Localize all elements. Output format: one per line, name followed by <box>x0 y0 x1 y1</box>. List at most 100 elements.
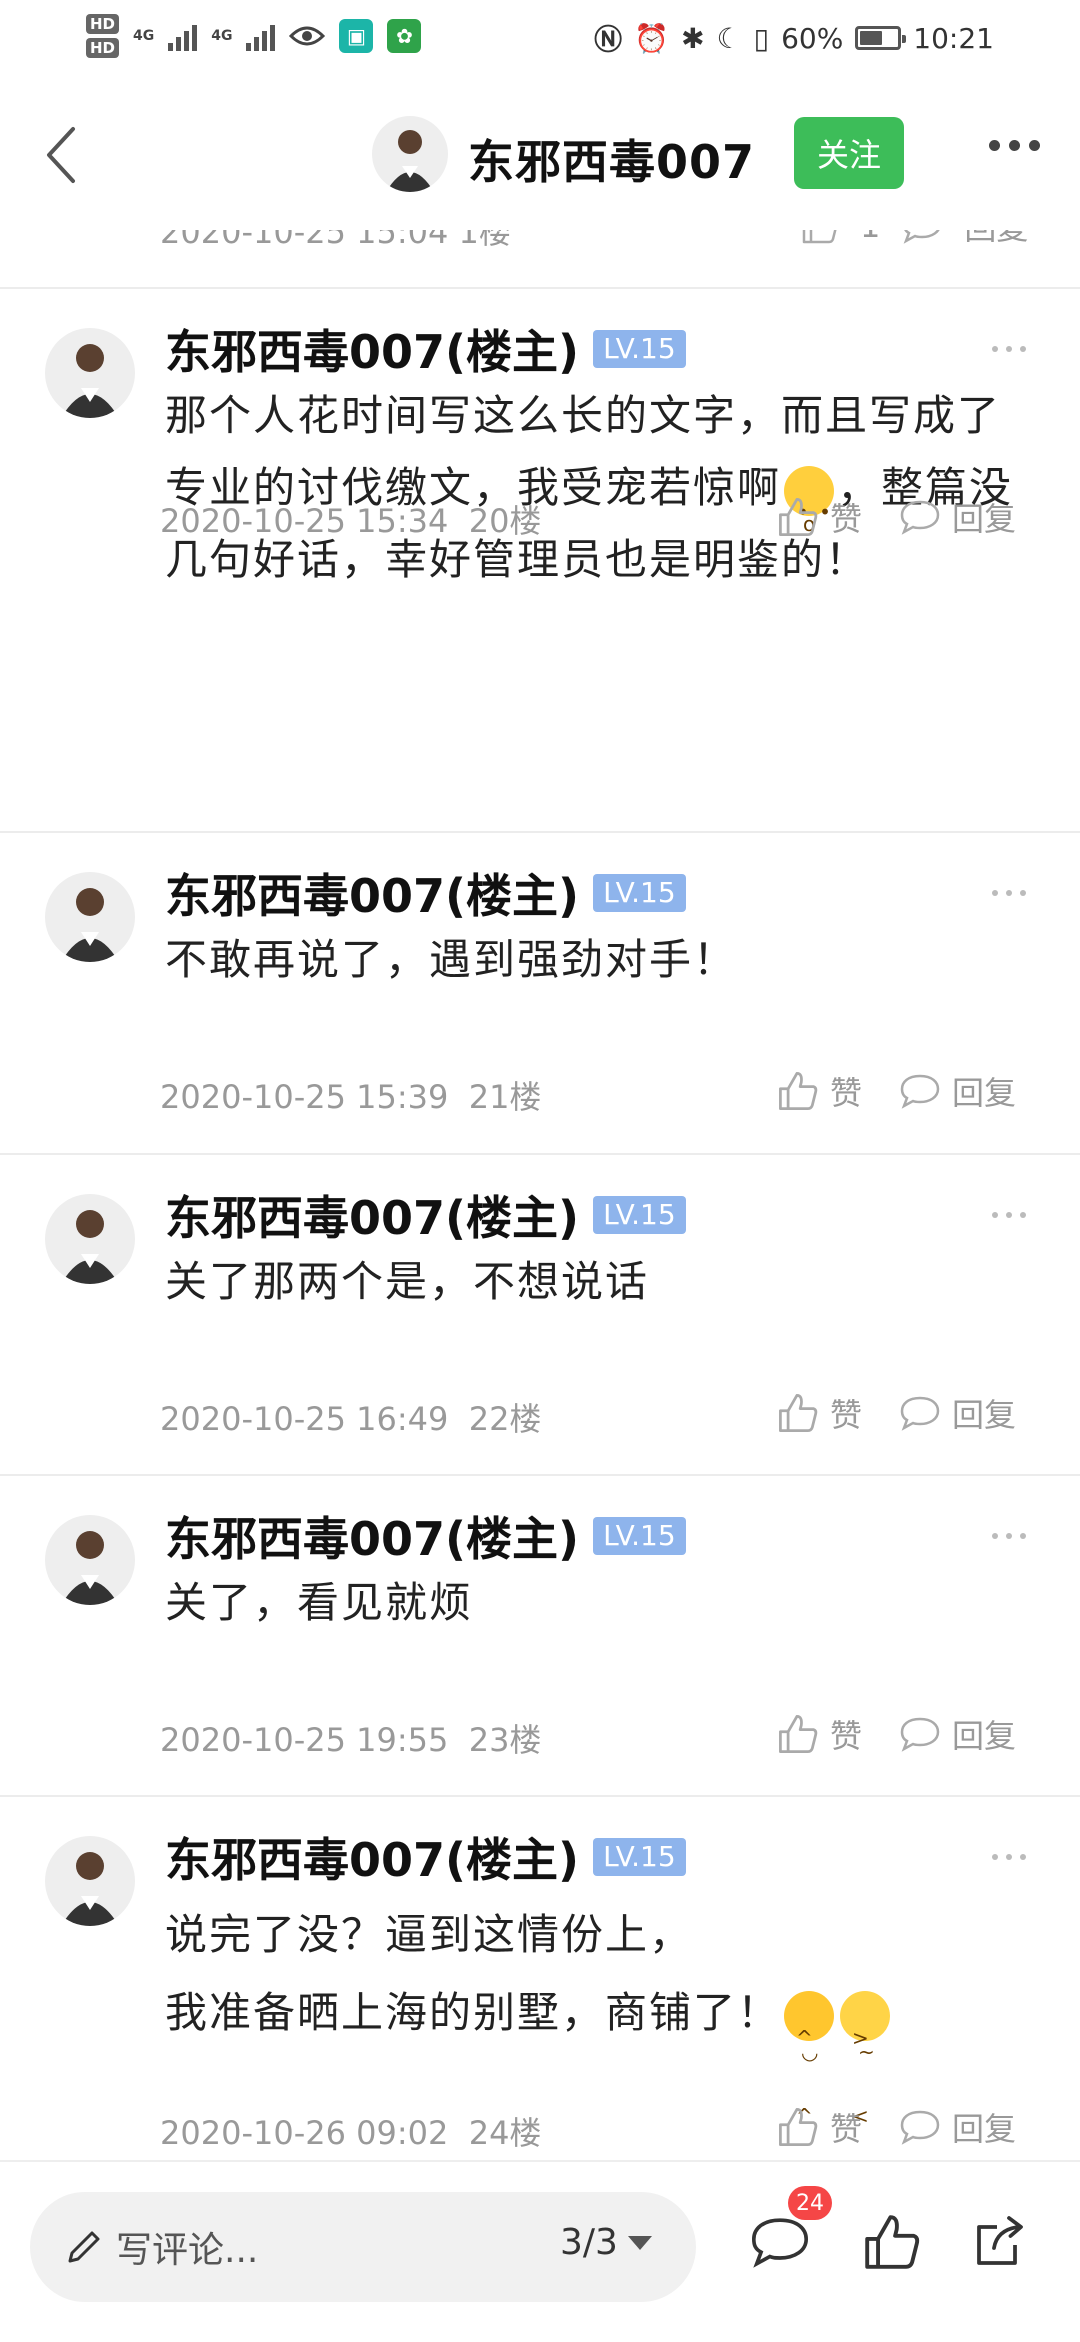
post-floor-20: 东邪西毒007(楼主) LV.15 那个人花时间写这么长的文字，而且写成了专业的… <box>0 288 1080 833</box>
post-content: 那个人花时间写这么长的文字，而且写成了专业的讨伐缴文，我受宠若惊啊 • • o ，整篇… <box>165 380 1035 596</box>
like-label[interactable]: 赞 <box>830 494 862 540</box>
author-avatar[interactable] <box>372 116 448 192</box>
post-floor: 22楼 <box>468 1400 542 1438</box>
author-name[interactable]: 东邪西毒007(楼主) <box>165 860 579 926</box>
level-badge: LV.15 <box>593 1838 686 1876</box>
thumbs-up-icon[interactable] <box>776 1712 820 1756</box>
status-right-group: Ⓝ ⏰ ✱ ☾ ▯ 60% 10:21 <box>594 18 994 58</box>
alarm-icon: ⏰ <box>634 21 670 55</box>
nav-title: 东邪西毒007 <box>468 135 756 189</box>
nfc-icon: Ⓝ <box>594 23 623 56</box>
pencil-icon <box>68 2231 100 2263</box>
post-content-line-2-row: 我准备晒上海的别墅，商铺了！ ^ ^ ◡ > < ~ <box>165 1974 1035 2128</box>
author-row: 东邪西毒007(楼主) LV.15 <box>165 1503 686 1569</box>
reply-label[interactable]: 回复 <box>952 1711 1016 1757</box>
post-avatar[interactable] <box>45 1515 135 1605</box>
post-meta-line: 2020-10-25 15:34 20楼 <box>160 496 541 542</box>
like-label[interactable]: 赞 <box>830 1711 862 1757</box>
author-name[interactable]: 东邪西毒007(楼主) <box>165 1824 579 1890</box>
thumbs-up-icon[interactable] <box>776 2105 820 2149</box>
chevron-left-icon <box>47 127 75 183</box>
post-actions: 赞 回复 <box>776 1390 1016 1436</box>
bluetooth-icon: ✱ <box>681 21 705 55</box>
comment-bubble-icon[interactable] <box>898 497 942 537</box>
post-actions: 赞 回复 <box>776 1711 1016 1757</box>
back-button[interactable] <box>26 120 96 190</box>
battery-icon <box>855 26 907 50</box>
post-content-line-2: 我准备晒上海的别墅，商铺了！ <box>165 1988 782 2037</box>
post-more-button[interactable] <box>992 1212 1026 1218</box>
post-meta-line: 2020-10-25 15:39 21楼 <box>160 1072 541 1118</box>
reply-label[interactable]: 回复 <box>952 494 1016 540</box>
app-notification-icon: ✿ <box>387 19 422 53</box>
post-timestamp: 2020-10-25 19:55 <box>160 1721 449 1759</box>
post-content: 说完了没？逼到这情份上， 我准备晒上海的别墅，商铺了！ ^ ^ ◡ > < ~ <box>165 1896 1035 2128</box>
post-more-button[interactable] <box>992 1533 1026 1539</box>
post-floor-23: 东邪西毒007(楼主) LV.15 关了，看见就烦 2020-10-25 19:… <box>0 1475 1080 1797</box>
level-badge: LV.15 <box>593 1196 686 1234</box>
post-meta-line: 2020-10-25 16:49 22楼 <box>160 1394 541 1440</box>
post-avatar[interactable] <box>45 328 135 418</box>
level-badge: LV.15 <box>593 874 686 912</box>
author-row: 东邪西毒007(楼主) LV.15 <box>165 316 686 382</box>
like-label[interactable]: 赞 <box>830 2104 862 2150</box>
post-actions: 赞 回复 <box>776 494 1016 540</box>
post-more-button[interactable] <box>992 890 1026 896</box>
like-button[interactable] <box>852 2202 932 2282</box>
post-more-button[interactable] <box>992 346 1026 352</box>
vibrate-icon: ▯ <box>753 21 770 55</box>
reply-label[interactable]: 回复 <box>952 1068 1016 1114</box>
post-timestamp: 2020-10-26 09:02 <box>160 2114 449 2152</box>
like-label[interactable]: 赞 <box>830 1068 862 1114</box>
status-left-group: HD HD 4G 4G ▣ ✿ <box>86 14 422 58</box>
page-indicator-text: 3/3 <box>560 2222 618 2263</box>
clock: 10:21 <box>913 21 994 55</box>
follow-button[interactable]: 关注 <box>794 117 904 189</box>
comment-bubble-icon[interactable] <box>898 1071 942 1111</box>
author-name[interactable]: 东邪西毒007(楼主) <box>165 1182 579 1248</box>
author-name[interactable]: 东邪西毒007(楼主) <box>165 1503 579 1569</box>
thumbs-up-icon[interactable] <box>776 1391 820 1435</box>
thumbs-up-icon[interactable] <box>776 495 820 539</box>
top-nav-bar: 东邪西毒007 关注 <box>0 80 1080 230</box>
post-meta-line: 2020-10-26 09:02 24楼 <box>160 2108 541 2154</box>
moon-icon: ☾ <box>716 21 742 55</box>
battery-percent: 60% <box>781 21 844 55</box>
post-floor-22: 东邪西毒007(楼主) LV.15 关了那两个是，不想说话 2020-10-25… <box>0 1154 1080 1476</box>
post-avatar[interactable] <box>45 1194 135 1284</box>
network-4g-label: 4G <box>133 28 155 44</box>
comments-button[interactable]: 24 <box>740 2186 832 2282</box>
author-row: 东邪西毒007(楼主) LV.15 <box>165 1824 686 1890</box>
share-button[interactable] <box>960 2202 1040 2282</box>
avatar-image <box>372 116 448 192</box>
page-indicator[interactable]: 3/3 <box>560 2222 652 2263</box>
like-label[interactable]: 赞 <box>830 1390 862 1436</box>
thumbs-up-icon[interactable] <box>776 1069 820 1113</box>
post-floor: 23楼 <box>468 1721 542 1759</box>
thumbs-up-icon <box>865 2215 920 2269</box>
status-bar: HD HD 4G 4G ▣ ✿ Ⓝ ⏰ ✱ ☾ ▯ 60% 10:21 <box>0 0 1080 80</box>
network-4g-label-2: 4G <box>211 28 233 44</box>
post-content: 关了那两个是，不想说话 <box>165 1257 650 1306</box>
post-avatar[interactable] <box>45 1836 135 1926</box>
comment-bubble-icon[interactable] <box>898 1393 942 1433</box>
post-actions: 赞 回复 <box>776 2104 1016 2150</box>
post-timestamp: 2020-10-25 16:49 <box>160 1400 449 1438</box>
comment-count-badge: 24 <box>788 2186 832 2220</box>
author-name[interactable]: 东邪西毒007(楼主) <box>165 316 579 382</box>
comment-bubble-icon[interactable] <box>898 1714 942 1754</box>
comment-bubble-icon[interactable] <box>898 2107 942 2147</box>
post-actions: 赞 回复 <box>776 1068 1016 1114</box>
reply-label[interactable]: 回复 <box>952 2104 1016 2150</box>
more-options-button[interactable] <box>989 140 1040 151</box>
post-more-button[interactable] <box>992 1854 1026 1860</box>
post-timestamp: 2020-10-25 15:34 <box>160 502 449 540</box>
post-avatar[interactable] <box>45 872 135 962</box>
laughing-emoji-icon: ^ ^ ◡ <box>784 1990 835 2128</box>
post-floor-24: 东邪西毒007(楼主) LV.15 说完了没？逼到这情份上， 我准备晒上海的别墅… <box>0 1796 1080 2160</box>
post-meta-line: 2020-10-25 19:55 23楼 <box>160 1715 541 1761</box>
share-icon <box>977 2216 1023 2265</box>
reply-label[interactable]: 回复 <box>952 1390 1016 1436</box>
mi-home-icon: ▣ <box>339 19 374 53</box>
post-floor: 21楼 <box>468 1078 542 1116</box>
